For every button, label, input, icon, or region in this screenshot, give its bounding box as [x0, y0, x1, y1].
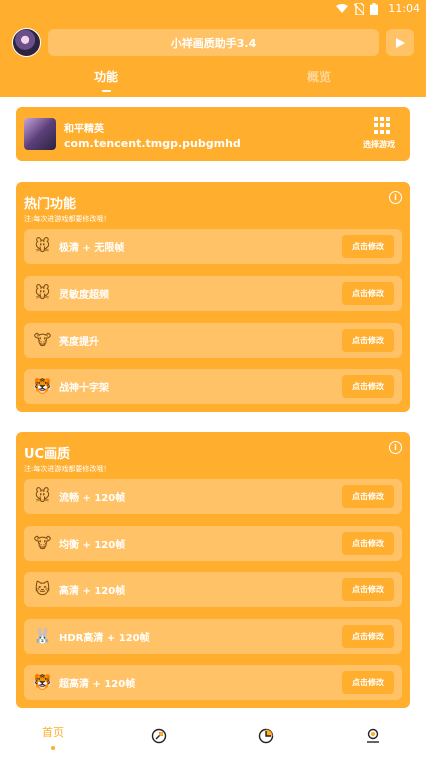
mouse-face-icon: 🐭 — [34, 487, 51, 505]
game-package: com.tencent.tmgp.pubgmhd — [64, 137, 241, 150]
feature-label: HDR高清 + 120帧 — [59, 633, 150, 644]
modify-button[interactable]: 点击修改 — [342, 329, 394, 352]
feature-row: 🐮 亮度提升 点击修改 — [24, 323, 402, 358]
feature-row: 🐮 均衡 + 120帧 点击修改 — [24, 526, 402, 561]
info-icon[interactable]: i — [389, 191, 402, 204]
bottom-nav: 首页 — [0, 714, 426, 759]
feature-label: 亮度提升 — [59, 337, 99, 348]
feature-label: 灵敏度超频 — [59, 290, 109, 301]
rabbit-face-icon: 🐰 — [33, 627, 52, 645]
feature-row: 🐱 高清 + 120帧 点击修改 — [24, 572, 402, 607]
section-title: UC画质 — [24, 447, 71, 462]
section-note: 注:每次进游戏都要修改哦！ — [24, 465, 111, 473]
grid-icon — [373, 117, 391, 134]
feature-label: 极清 + 无限帧 — [59, 243, 125, 254]
feature-label: 战神十字架 — [59, 383, 109, 394]
cow-face-icon: 🐮 — [33, 534, 52, 552]
cow-face-icon: 🐮 — [33, 331, 52, 349]
nav-home-label: 首页 — [42, 726, 64, 739]
feature-row: 🐭 灵敏度超频 点击修改 — [24, 276, 402, 311]
modify-button[interactable]: 点击修改 — [342, 235, 394, 258]
pie-chart-icon — [258, 728, 274, 744]
modify-button[interactable]: 点击修改 — [342, 625, 394, 648]
mouse-face-icon: 🐭 — [34, 284, 51, 302]
section-note: 注:每次进游戏都要修改哦！ — [24, 215, 111, 223]
nav-stats[interactable] — [246, 728, 286, 748]
feature-row: 🐭 极清 + 无限帧 点击修改 — [24, 229, 402, 264]
nav-profile[interactable] — [353, 728, 393, 748]
select-game-button[interactable]: 选择游戏 — [362, 117, 402, 150]
modify-button[interactable]: 点击修改 — [342, 375, 394, 398]
status-bar: 11:04 — [0, 0, 426, 20]
mouse-face-icon: 🐭 — [34, 237, 51, 255]
info-icon[interactable]: i — [389, 441, 402, 454]
feature-row: 🐰 HDR高清 + 120帧 点击修改 — [24, 619, 402, 654]
tiger-face-icon: 🐯 — [33, 673, 52, 691]
top-tabs: 功能 概览 — [0, 68, 426, 94]
tab-functions[interactable]: 功能 — [94, 68, 118, 85]
cat-face-icon: 🐱 — [34, 580, 51, 598]
battery-icon — [370, 3, 378, 15]
feature-label: 流畅 + 120帧 — [59, 493, 126, 504]
wifi-icon — [336, 4, 348, 13]
no-sim-icon — [354, 3, 364, 15]
game-name: 和平精英 — [64, 124, 104, 135]
status-time: 11:04 — [388, 2, 420, 15]
uc-quality-section: UC画质 注:每次进游戏都要修改哦！ i 🐭 流畅 + 120帧 点击修改 🐮 … — [16, 432, 410, 708]
status-icons — [336, 3, 378, 15]
modify-button[interactable]: 点击修改 — [342, 282, 394, 305]
play-icon — [396, 37, 405, 48]
feature-row: 🐯 战神十字架 点击修改 — [24, 369, 402, 404]
feature-label: 高清 + 120帧 — [59, 586, 126, 597]
feature-label: 超高清 + 120帧 — [59, 679, 136, 690]
avatar[interactable] — [12, 28, 41, 57]
rocket-icon — [151, 728, 167, 744]
tiger-face-icon: 🐯 — [33, 377, 52, 395]
modify-button[interactable]: 点击修改 — [342, 532, 394, 555]
section-title: 热门功能 — [24, 197, 77, 212]
nav-boost[interactable] — [139, 728, 179, 748]
feature-label: 均衡 + 120帧 — [59, 540, 126, 551]
app-header: 11:04 小祥画质助手3.4 功能 概览 — [0, 0, 426, 97]
modify-button[interactable]: 点击修改 — [342, 485, 394, 508]
user-icon — [367, 728, 379, 743]
feature-row: 🐯 超高清 + 120帧 点击修改 — [24, 665, 402, 700]
app-title: 小祥画质助手3.4 — [48, 29, 379, 56]
game-card: 和平精英 com.tencent.tmgp.pubgmhd 选择游戏 — [16, 107, 410, 161]
modify-button[interactable]: 点击修改 — [342, 671, 394, 694]
tab-overview[interactable]: 概览 — [307, 68, 331, 85]
tab-active-indicator — [102, 90, 111, 92]
select-game-label: 选择游戏 — [363, 140, 395, 149]
game-icon — [24, 118, 56, 150]
play-button[interactable] — [386, 29, 414, 56]
hot-features-section: 热门功能 注:每次进游戏都要修改哦！ i 🐭 极清 + 无限帧 点击修改 🐭 灵… — [16, 182, 410, 412]
modify-button[interactable]: 点击修改 — [342, 578, 394, 601]
nav-home[interactable]: 首页 — [33, 724, 73, 750]
nav-active-dot — [51, 746, 55, 750]
feature-row: 🐭 流畅 + 120帧 点击修改 — [24, 479, 402, 514]
